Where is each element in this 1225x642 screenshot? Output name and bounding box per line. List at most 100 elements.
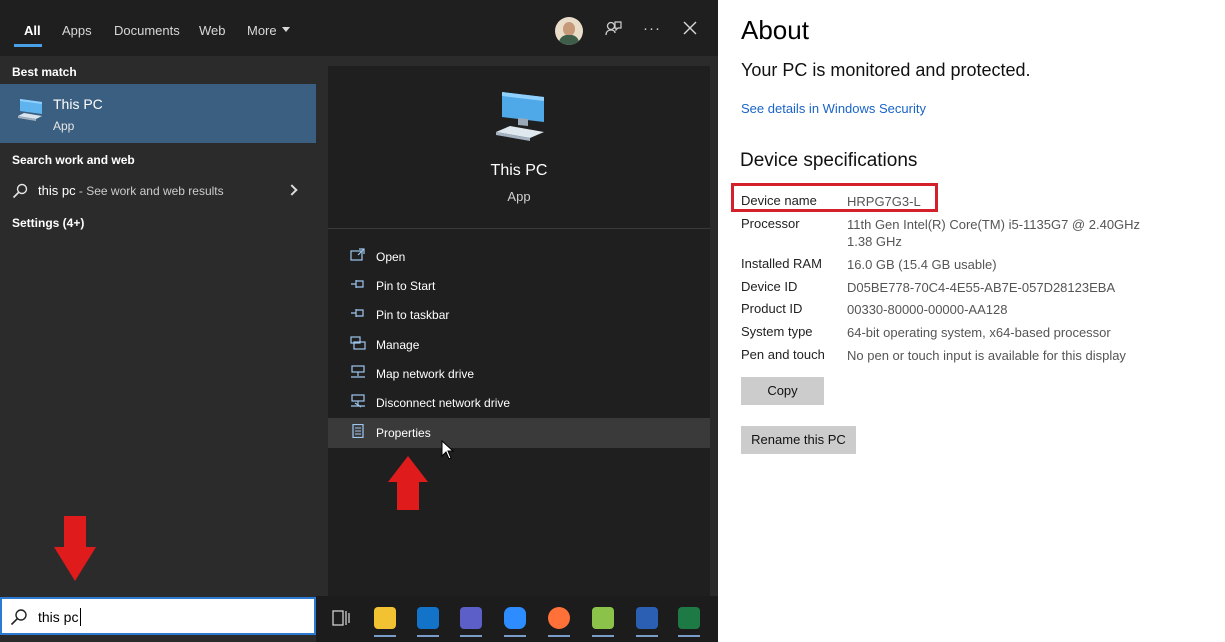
divider [328,228,710,229]
start-menu: All Apps Documents Web More ··· Best mat… [0,0,718,642]
computer-icon [496,92,544,141]
web-result-suffix: - See work and web results [75,184,224,198]
active-tab-indicator [14,44,42,47]
preview-subtitle: App [507,189,531,204]
running-indicator [678,635,700,637]
tab-all[interactable]: All [24,23,41,38]
action-manage[interactable]: Manage [328,330,710,360]
search-web-heading: Search work and web [12,153,135,167]
rename-pc-button[interactable]: Rename this PC [741,426,856,454]
action-label: Manage [376,338,420,352]
action-label: Pin to Start [376,279,436,293]
preview-pane: This PC App Open Pin to Start Pin to tas… [328,66,710,596]
spec-value-product-id: 00330-80000-00000-AA128 [847,302,1008,317]
spec-value-processor: 11th Gen Intel(R) Core(TM) i5-1135G7 @ 2… [847,217,1151,249]
text-caret [80,608,81,626]
properties-icon [352,424,364,438]
spec-label-installed-ram: Installed RAM [741,256,822,271]
taskbar [316,596,718,642]
spec-label-system-type: System type [741,324,813,339]
chevron-right-icon [286,184,298,196]
action-disconnect-network-drive[interactable]: Disconnect network drive [328,388,710,418]
spec-label-processor: Processor [741,216,800,231]
running-indicator [460,635,482,637]
action-pin-to-taskbar[interactable]: Pin to taskbar [328,300,710,330]
ellipsis-icon[interactable]: ··· [643,20,661,37]
running-indicator [548,635,570,637]
running-indicator [504,635,526,637]
web-result-query: this pc [38,183,76,198]
protection-status: Your PC is monitored and protected. [741,60,1031,80]
best-match-title: This PC [53,96,103,112]
pin-icon [351,309,364,317]
settings-heading[interactable]: Settings (4+) [12,216,84,230]
best-match-item[interactable]: This PC App [0,84,316,143]
about-settings-page: About Your PC is monitored and protected… [718,0,1225,642]
page-title: About [741,15,809,45]
web-result-item[interactable]: this pc - See work and web results [0,175,316,207]
spec-value-pen-and-touch: No pen or touch input is available for t… [847,348,1126,363]
computer-icon [18,99,42,121]
tab-apps[interactable]: Apps [62,23,92,38]
running-indicator [374,635,396,637]
tab-more[interactable]: More [247,23,277,38]
spec-label-device-id: Device ID [741,279,798,294]
spec-value-device-id: D05BE778-70C4-4E55-AB7E-057D28123EBA [847,280,1116,295]
action-properties[interactable]: Properties [328,418,710,448]
zoom-icon[interactable] [504,607,526,629]
action-pin-to-start[interactable]: Pin to Start [328,271,710,301]
search-tabs-bar: All Apps Documents Web More ··· [0,0,718,56]
pin-icon [351,280,364,288]
spec-heading: Device specifications [740,150,918,171]
annotation-arrow-up [388,456,428,482]
feedback-icon[interactable] [604,20,622,38]
running-indicator [417,635,439,637]
running-indicator [636,635,658,637]
close-icon[interactable] [682,20,698,36]
running-indicator [592,635,614,637]
word-icon[interactable] [636,607,658,629]
screenshot-root: All Apps Documents Web More ··· Best mat… [0,0,1225,642]
web-result-text: this pc - See work and web results [38,183,224,198]
avatar[interactable] [555,17,583,45]
network-drive-icon [351,365,365,378]
copy-button[interactable]: Copy [741,377,824,405]
tab-web[interactable]: Web [199,23,226,38]
action-label: Disconnect network drive [376,396,511,410]
annotation-arrow-down [54,547,96,581]
spec-label-pen-and-touch: Pen and touch [741,347,825,362]
spec-value-system-type: 64-bit operating system, x64-based proce… [847,325,1111,340]
annotation-arrow-down-shaft [64,516,86,548]
open-icon [350,248,365,261]
spec-value-installed-ram: 16.0 GB (15.4 GB usable) [847,257,997,272]
best-match-heading: Best match [12,65,77,79]
file-explorer-icon[interactable] [374,607,396,629]
notepad-plus-icon[interactable] [592,607,614,629]
action-label: Pin to taskbar [376,308,450,322]
task-view-icon[interactable] [330,607,352,629]
action-open[interactable]: Open [328,242,710,272]
excel-icon[interactable] [678,607,700,629]
firefox-icon[interactable] [548,607,570,629]
search-input[interactable]: this pc [0,597,316,635]
mouse-cursor-icon [441,440,455,460]
teams-icon[interactable] [460,607,482,629]
manage-icon [350,336,366,350]
search-input-value: this pc [38,609,79,625]
disconnect-drive-icon [351,394,365,408]
annotation-highlight-box [731,183,938,212]
annotation-arrow-up-shaft [397,481,419,510]
action-map-network-drive[interactable]: Map network drive [328,359,710,389]
search-results-list: Best match This PC App Search work and w… [0,56,316,596]
search-icon [12,183,28,199]
tab-documents[interactable]: Documents [114,23,180,38]
search-icon [10,609,27,626]
chevron-down-icon [282,27,290,32]
spec-label-product-id: Product ID [741,301,803,316]
action-label: Open [376,250,406,264]
outlook-icon[interactable] [417,607,439,629]
preview-title: This PC [490,162,548,179]
action-label: Map network drive [376,367,475,381]
windows-security-link[interactable]: See details in Windows Security [741,101,926,116]
action-label: Properties [376,426,431,440]
